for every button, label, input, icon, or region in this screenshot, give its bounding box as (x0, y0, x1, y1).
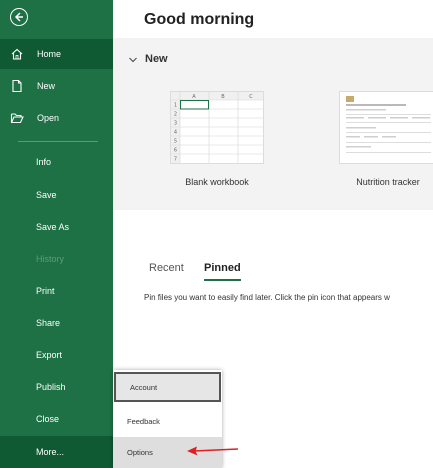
sidebar-item-label: Save As (36, 222, 70, 232)
sidebar-item-print[interactable]: Print (0, 276, 113, 306)
sidebar-divider (18, 141, 98, 142)
sidebar-item-more[interactable]: More... (0, 436, 113, 468)
folder-open-icon (10, 113, 24, 124)
grid-col-header: A (192, 94, 196, 100)
sidebar-item-label: Publish (36, 382, 66, 392)
sidebar-item-share[interactable]: Share (0, 308, 113, 338)
grid-row-header: 7 (174, 157, 177, 163)
sidebar-item-label: More... (36, 447, 65, 457)
sidebar-item-label: Print (36, 286, 55, 296)
sidebar-item-save-as[interactable]: Save As (0, 212, 113, 242)
sidebar-item-history: History (0, 244, 113, 274)
tab-pinned[interactable]: Pinned (204, 262, 241, 274)
sidebar-item-label: Open (37, 113, 60, 123)
active-tab-indicator (204, 279, 241, 281)
grid-preview: A B C 1 2 3 4 5 6 7 (171, 92, 263, 163)
menu-item-feedback[interactable]: Feedback (113, 406, 222, 436)
sidebar-item-label: Close (36, 414, 60, 424)
sidebar-item-label: Info (36, 157, 52, 167)
sidebar-item-new[interactable]: New (0, 71, 113, 101)
pinned-info-text: Pin files you want to easily find later.… (144, 293, 390, 302)
sidebar-item-label: Home (37, 49, 62, 59)
nutrition-tracker-preview (340, 92, 433, 163)
grid-row-header: 6 (174, 148, 177, 154)
chevron-down-icon[interactable] (128, 56, 138, 64)
tab-recent[interactable]: Recent (149, 262, 184, 274)
grid-row-header: 1 (174, 103, 177, 109)
sidebar-item-home[interactable]: Home (0, 39, 113, 69)
new-section-title: New (145, 53, 168, 65)
nutrition-tracker-thumbnail[interactable] (339, 91, 433, 164)
sidebar-item-label: Share (36, 318, 61, 328)
sidebar-item-info[interactable]: Info (0, 147, 113, 177)
backstage-sidebar: Home New Open Info Save Save As History … (0, 0, 113, 468)
blank-workbook-label[interactable]: Blank workbook (163, 177, 271, 187)
grid-row-header: 5 (174, 139, 177, 145)
grid-col-header: C (249, 94, 253, 100)
blank-workbook-thumbnail[interactable]: A B C 1 2 3 4 5 6 7 (170, 91, 264, 164)
home-icon (11, 48, 23, 60)
sidebar-item-label: New (37, 81, 56, 91)
nutrition-tracker-label[interactable]: Nutrition tracker (333, 177, 433, 187)
menu-item-account[interactable]: Account (114, 372, 221, 402)
sidebar-item-label: History (36, 254, 65, 264)
sidebar-item-save[interactable]: Save (0, 180, 113, 210)
new-document-icon (12, 79, 22, 93)
grid-row-header: 3 (174, 121, 177, 127)
grid-row-header: 2 (174, 112, 177, 118)
sidebar-item-close[interactable]: Close (0, 404, 113, 434)
sidebar-item-label: Export (36, 350, 63, 360)
grid-col-header: B (221, 94, 225, 100)
sidebar-item-publish[interactable]: Publish (0, 372, 113, 402)
sidebar-item-label: Save (36, 190, 57, 200)
sidebar-item-export[interactable]: Export (0, 340, 113, 370)
grid-row-header: 4 (174, 130, 177, 136)
red-arrow-icon (187, 446, 239, 456)
page-title: Good morning (144, 11, 255, 28)
back-arrow-icon[interactable] (10, 8, 28, 26)
sidebar-item-open[interactable]: Open (0, 103, 113, 133)
